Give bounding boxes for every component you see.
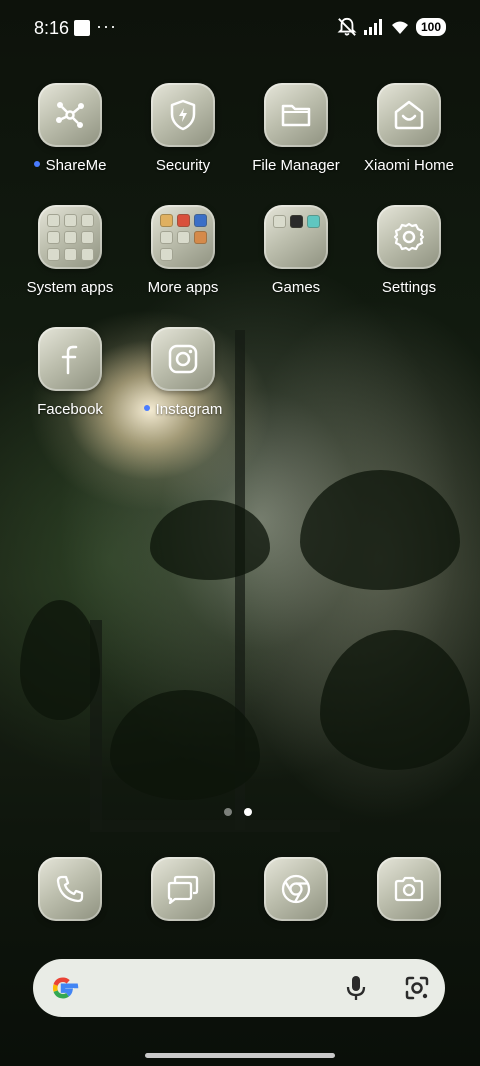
new-badge-dot [143, 405, 150, 412]
microphone-icon[interactable] [343, 974, 369, 1002]
folder-more-apps[interactable]: More apps [127, 205, 239, 296]
mute-icon [337, 17, 357, 36]
wifi-icon [391, 21, 408, 34]
messages-icon [167, 875, 199, 904]
app-file-manager[interactable]: File Manager [240, 83, 352, 174]
app-label: ShareMe [14, 157, 126, 174]
app-shareme[interactable]: ShareMe [14, 83, 126, 174]
chrome-icon [281, 874, 311, 904]
app-facebook[interactable]: Facebook [14, 327, 126, 418]
page-indicator [224, 808, 252, 816]
page-dot[interactable] [224, 808, 232, 816]
facebook-icon [38, 327, 102, 391]
app-label: Xiaomi Home [363, 157, 455, 174]
app-label: Security [155, 157, 211, 174]
battery-indicator: 100 [415, 18, 446, 36]
folder-system-apps[interactable]: System apps [14, 205, 126, 296]
app-security[interactable]: Security [127, 83, 239, 174]
folder-grid-icon [264, 205, 328, 269]
folder-grid-icon [38, 205, 102, 269]
share-network-icon [38, 83, 102, 147]
google-lens-icon[interactable] [403, 974, 431, 1002]
app-settings[interactable]: Settings [353, 205, 465, 296]
phone-icon [56, 875, 84, 903]
dock-phone[interactable] [38, 857, 102, 921]
app-label: Settings [381, 279, 437, 296]
app-label: Facebook [37, 401, 103, 418]
signal-icon [363, 19, 382, 35]
dock-messages[interactable] [151, 857, 215, 921]
gesture-navigation-bar[interactable] [145, 1053, 335, 1058]
folder-grid-icon [151, 205, 215, 269]
notification-icon [74, 20, 90, 36]
shield-bolt-icon [151, 83, 215, 147]
smart-home-icon [377, 83, 441, 147]
status-time: 8:16 [34, 18, 70, 38]
folder-games[interactable]: Games [240, 205, 352, 296]
instagram-icon [151, 327, 215, 391]
folder-icon [264, 83, 328, 147]
status-icons: 100 [336, 17, 446, 37]
dock-chrome[interactable] [264, 857, 328, 921]
dock-camera[interactable] [377, 857, 441, 921]
more-notifications-icon: ··· [96, 16, 117, 36]
app-label: More apps [147, 279, 219, 296]
page-dot-active[interactable] [244, 808, 252, 816]
app-instagram[interactable]: Instagram [127, 327, 239, 418]
app-label: Games [271, 279, 321, 296]
google-logo-icon [52, 977, 79, 999]
app-label: System apps [26, 279, 114, 296]
app-label: File Manager [252, 157, 340, 174]
google-search-bar[interactable] [33, 959, 445, 1017]
camera-icon [394, 876, 424, 902]
app-label: Instagram [127, 401, 239, 418]
status-bar: 8:16 ··· 100 [0, 0, 480, 56]
gear-icon [377, 205, 441, 269]
new-badge-dot [33, 161, 40, 168]
app-xiaomi-home[interactable]: Xiaomi Home [353, 83, 465, 174]
